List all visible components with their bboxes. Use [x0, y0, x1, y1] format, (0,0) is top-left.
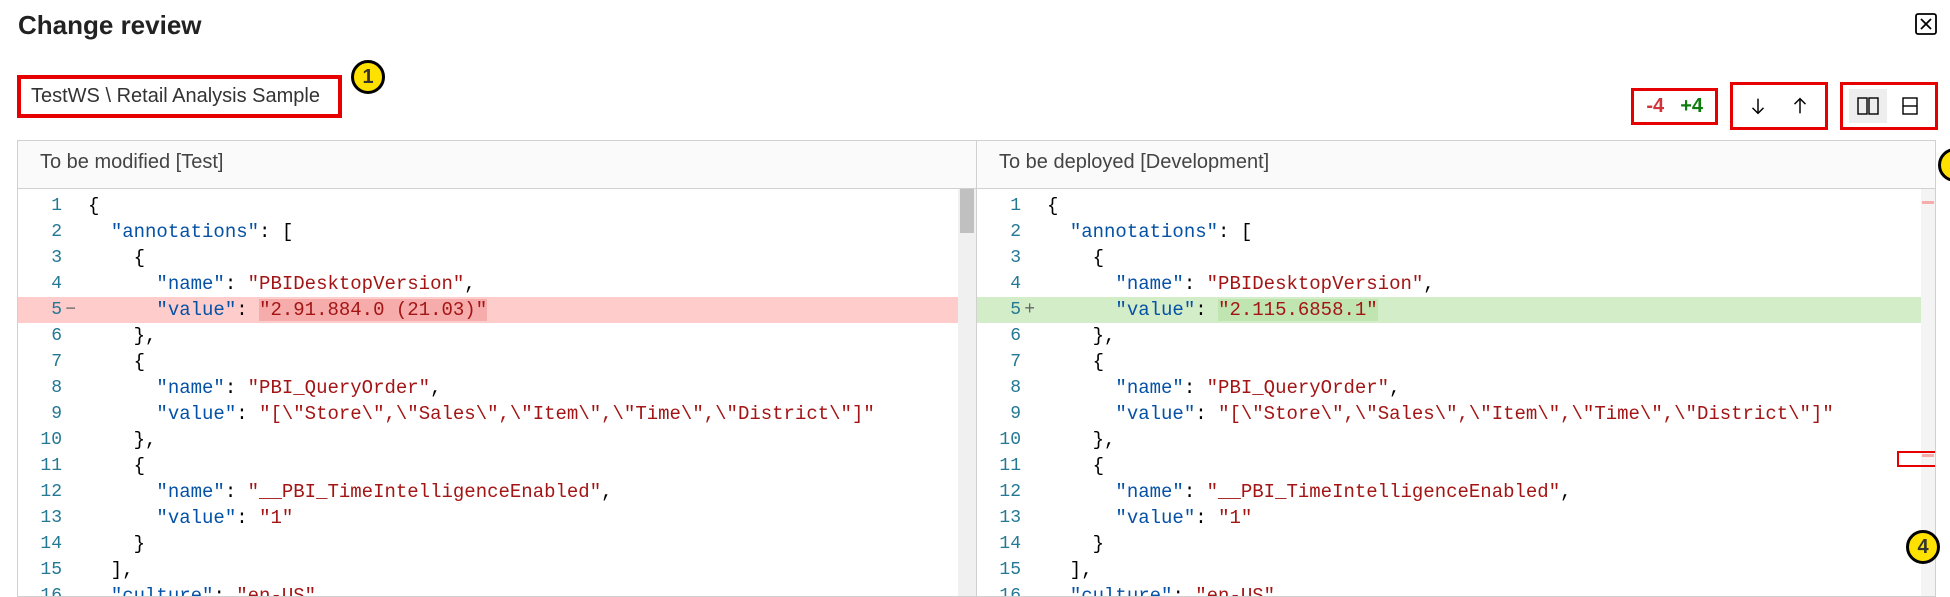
removed-count: -4 [1640, 95, 1670, 118]
left-pane: 12345678910111213141516 { "annotations":… [18, 189, 977, 596]
breadcrumb-text: TestWS \ Retail Analysis Sample [31, 85, 320, 107]
diff-stats: -4 +4 [1631, 88, 1718, 125]
nav-change-group [1730, 82, 1828, 130]
side-by-side-button[interactable] [1849, 89, 1887, 123]
left-scrollbar[interactable] [958, 189, 976, 596]
prev-change-button[interactable] [1781, 89, 1819, 123]
right-pane: 12345678910111213141516 { "annotations":… [977, 189, 1935, 596]
left-code[interactable]: { "annotations": [ { "name": "PBIDesktop… [80, 189, 958, 596]
left-gutter: 12345678910111213141516 [18, 189, 80, 596]
close-button[interactable] [1910, 8, 1942, 40]
breadcrumb: TestWS \ Retail Analysis Sample [17, 75, 342, 118]
annotation-callout-1: 1 [351, 60, 385, 94]
side-by-side-icon [1856, 96, 1880, 116]
page-title: Change review [18, 10, 202, 41]
right-pane-header: To be deployed [Development] [977, 141, 1935, 188]
scrollbar-thumb[interactable] [960, 189, 974, 233]
left-pane-header: To be modified [Test] [18, 141, 977, 188]
diff-editor: 12345678910111213141516 { "annotations":… [17, 188, 1936, 597]
annotation-callout-5: 5 [1938, 148, 1950, 182]
arrow-up-icon [1789, 95, 1811, 117]
inline-view-icon [1901, 96, 1919, 116]
added-count: +4 [1674, 95, 1709, 118]
right-code[interactable]: { "annotations": [ { "name": "PBIDesktop… [1039, 189, 1935, 596]
panes-header: To be modified [Test] To be deployed [De… [17, 140, 1936, 188]
view-mode-group [1840, 82, 1938, 130]
arrow-down-icon [1747, 95, 1769, 117]
toolbar: -4 +4 [1631, 82, 1938, 130]
annotation-callout-4: 4 [1906, 530, 1940, 564]
close-icon [1914, 12, 1938, 36]
next-change-button[interactable] [1739, 89, 1777, 123]
inline-view-button[interactable] [1891, 89, 1929, 123]
right-gutter: 12345678910111213141516 [977, 189, 1039, 596]
